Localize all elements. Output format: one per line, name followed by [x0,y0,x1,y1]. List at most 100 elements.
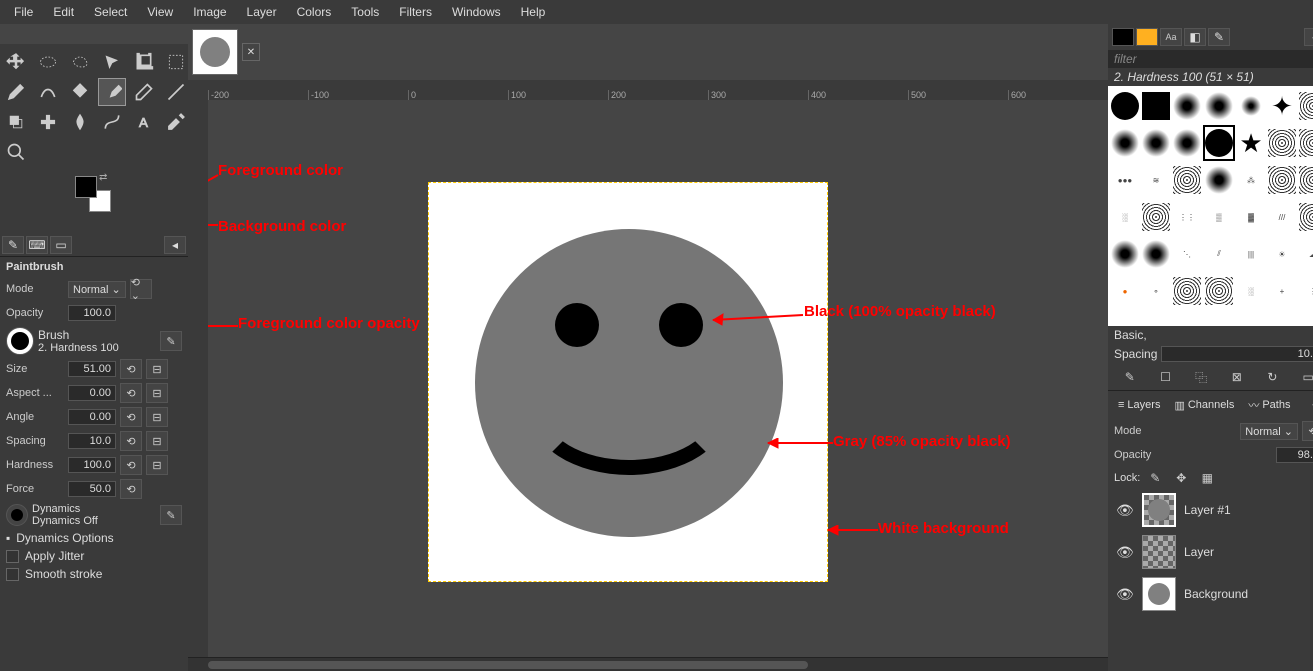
layer-row[interactable]: 👁 Layer [1108,531,1313,573]
new-brush-icon[interactable]: ☐ [1154,368,1176,386]
brush-item[interactable]: ⋮⋮ [1172,199,1202,235]
menu-select[interactable]: Select [86,3,135,21]
brush-item[interactable] [1172,273,1202,309]
brush-item-selected[interactable] [1203,125,1235,161]
layer-name[interactable]: Layer #1 [1184,503,1231,517]
brush-item[interactable]: ⚬ [1141,273,1171,309]
ellipse-select-tool[interactable] [34,48,62,76]
force-input[interactable]: 50.0 [68,481,116,497]
brush-item[interactable]: ☁ [1298,236,1313,272]
brush-item[interactable] [1172,162,1202,198]
brush-item[interactable]: ✦ [1267,88,1297,124]
layer-opacity-input[interactable]: 98.8 [1276,447,1313,463]
smooth-checkbox[interactable] [6,568,19,581]
jitter-checkbox[interactable] [6,550,19,563]
brush-item[interactable] [1267,162,1297,198]
brush-item[interactable]: ≋ [1141,162,1171,198]
paint-tab[interactable]: ✎ [1208,28,1230,46]
brush-item[interactable]: ░ [1236,273,1266,309]
dynamics-icon[interactable] [6,504,28,526]
images-tab[interactable]: ▭ [50,236,72,254]
menu-edit[interactable]: Edit [45,3,82,21]
brush-item[interactable]: ⁂ [1236,162,1266,198]
menu-layer[interactable]: Layer [239,3,285,21]
crop-tool[interactable] [130,48,158,76]
tool-options-tab[interactable]: ✎ [2,236,24,254]
text-tool[interactable]: A [130,108,158,136]
brush-preview[interactable] [6,327,34,355]
paths-tab[interactable]: 〰 Paths [1242,395,1296,415]
brush-item[interactable]: /// [1267,199,1297,235]
smudge-tool[interactable] [66,108,94,136]
menu-filters[interactable]: Filters [391,3,440,21]
brush-item[interactable] [1203,162,1235,198]
open-folder-icon[interactable]: ▭ [1297,368,1313,386]
scrollbar-horizontal[interactable] [188,657,1108,671]
hardness-input[interactable]: 100.0 [68,457,116,473]
spacing-input[interactable]: 10.0 [1161,346,1313,362]
brush-item[interactable] [1110,125,1140,161]
brush-item[interactable] [1110,88,1140,124]
path-tool[interactable] [98,108,126,136]
brush-item[interactable]: ⋱ [1172,236,1202,272]
brush-item[interactable] [1141,88,1171,124]
eraser-tool[interactable] [130,78,158,106]
spacing-input-left[interactable]: 10.0 [68,433,116,449]
hardness-reset[interactable]: ⟲ [120,455,142,475]
size-reset[interactable]: ⟲ [120,359,142,379]
expand-icon[interactable]: ▪ [6,531,10,545]
close-tab-button[interactable]: ✕ [242,43,260,61]
brush-item[interactable] [1267,125,1297,161]
paintbrush-tool[interactable] [98,78,126,106]
brushes-tab[interactable] [1112,28,1134,46]
layers-tab[interactable]: ≡ Layers [1112,395,1166,415]
angle-input[interactable]: 0.00 [68,409,116,425]
history-tab[interactable]: ◧ [1184,28,1206,46]
refresh-brush-icon[interactable]: ↻ [1261,368,1283,386]
layer-thumb[interactable] [1142,577,1176,611]
patterns-tab[interactable] [1136,28,1158,46]
aspect-input[interactable]: 0.00 [68,385,116,401]
brush-item[interactable] [1172,88,1202,124]
brush-item[interactable]: + [1267,273,1297,309]
brush-item[interactable]: ||| [1236,236,1266,272]
brush-item[interactable]: ★ [1236,125,1266,161]
swap-colors-icon[interactable]: ⇄ [99,172,107,183]
size-link[interactable]: ⊟ [146,359,168,379]
layer-thumb[interactable] [1142,535,1176,569]
fg-color-swatch[interactable] [75,176,97,198]
fonts-tab[interactable]: Aa [1160,28,1182,46]
delete-brush-icon[interactable]: ⊠ [1226,368,1248,386]
menu-image[interactable]: Image [185,3,234,21]
brush-item[interactable]: ⫽ [1203,236,1235,272]
size-input[interactable]: 51.00 [68,361,116,377]
brush-edit-button[interactable]: ✎ [160,331,182,351]
channels-tab[interactable]: ▥ Channels [1168,395,1240,415]
color-picker-tool[interactable] [162,108,190,136]
lock-alpha-icon[interactable]: ▦ [1196,469,1218,487]
edit-brush-icon[interactable]: ✎ [1119,368,1141,386]
lock-pixels-icon[interactable]: ✎ [1144,469,1166,487]
menu-view[interactable]: View [139,3,181,21]
move-tool[interactable] [2,48,30,76]
menu-windows[interactable]: Windows [444,3,509,21]
brush-item[interactable] [1172,125,1202,161]
brush-item[interactable] [1298,162,1313,198]
angle-link[interactable]: ⊟ [146,407,168,427]
visibility-toggle-icon[interactable]: 👁 [1116,586,1134,603]
brush-item[interactable] [1203,88,1235,124]
config-menu-icon[interactable]: ◂ [164,236,186,254]
rect-select-tool[interactable] [162,48,190,76]
brush-item[interactable] [1298,125,1313,161]
brush-item[interactable] [1203,273,1235,309]
layer-name[interactable]: Layer [1184,545,1214,559]
warp-tool[interactable] [34,78,62,106]
layer-mode-reset[interactable]: ⟲ [1302,421,1313,441]
brush-item[interactable]: ● [1110,273,1140,309]
bucket-fill-tool[interactable] [66,78,94,106]
device-status-tab[interactable]: ⌨ [26,236,48,254]
brush-item[interactable] [1141,199,1171,235]
brush-item[interactable] [1298,88,1313,124]
brush-item[interactable]: ☀ [1267,236,1297,272]
layer-row[interactable]: 👁 Background [1108,573,1313,615]
